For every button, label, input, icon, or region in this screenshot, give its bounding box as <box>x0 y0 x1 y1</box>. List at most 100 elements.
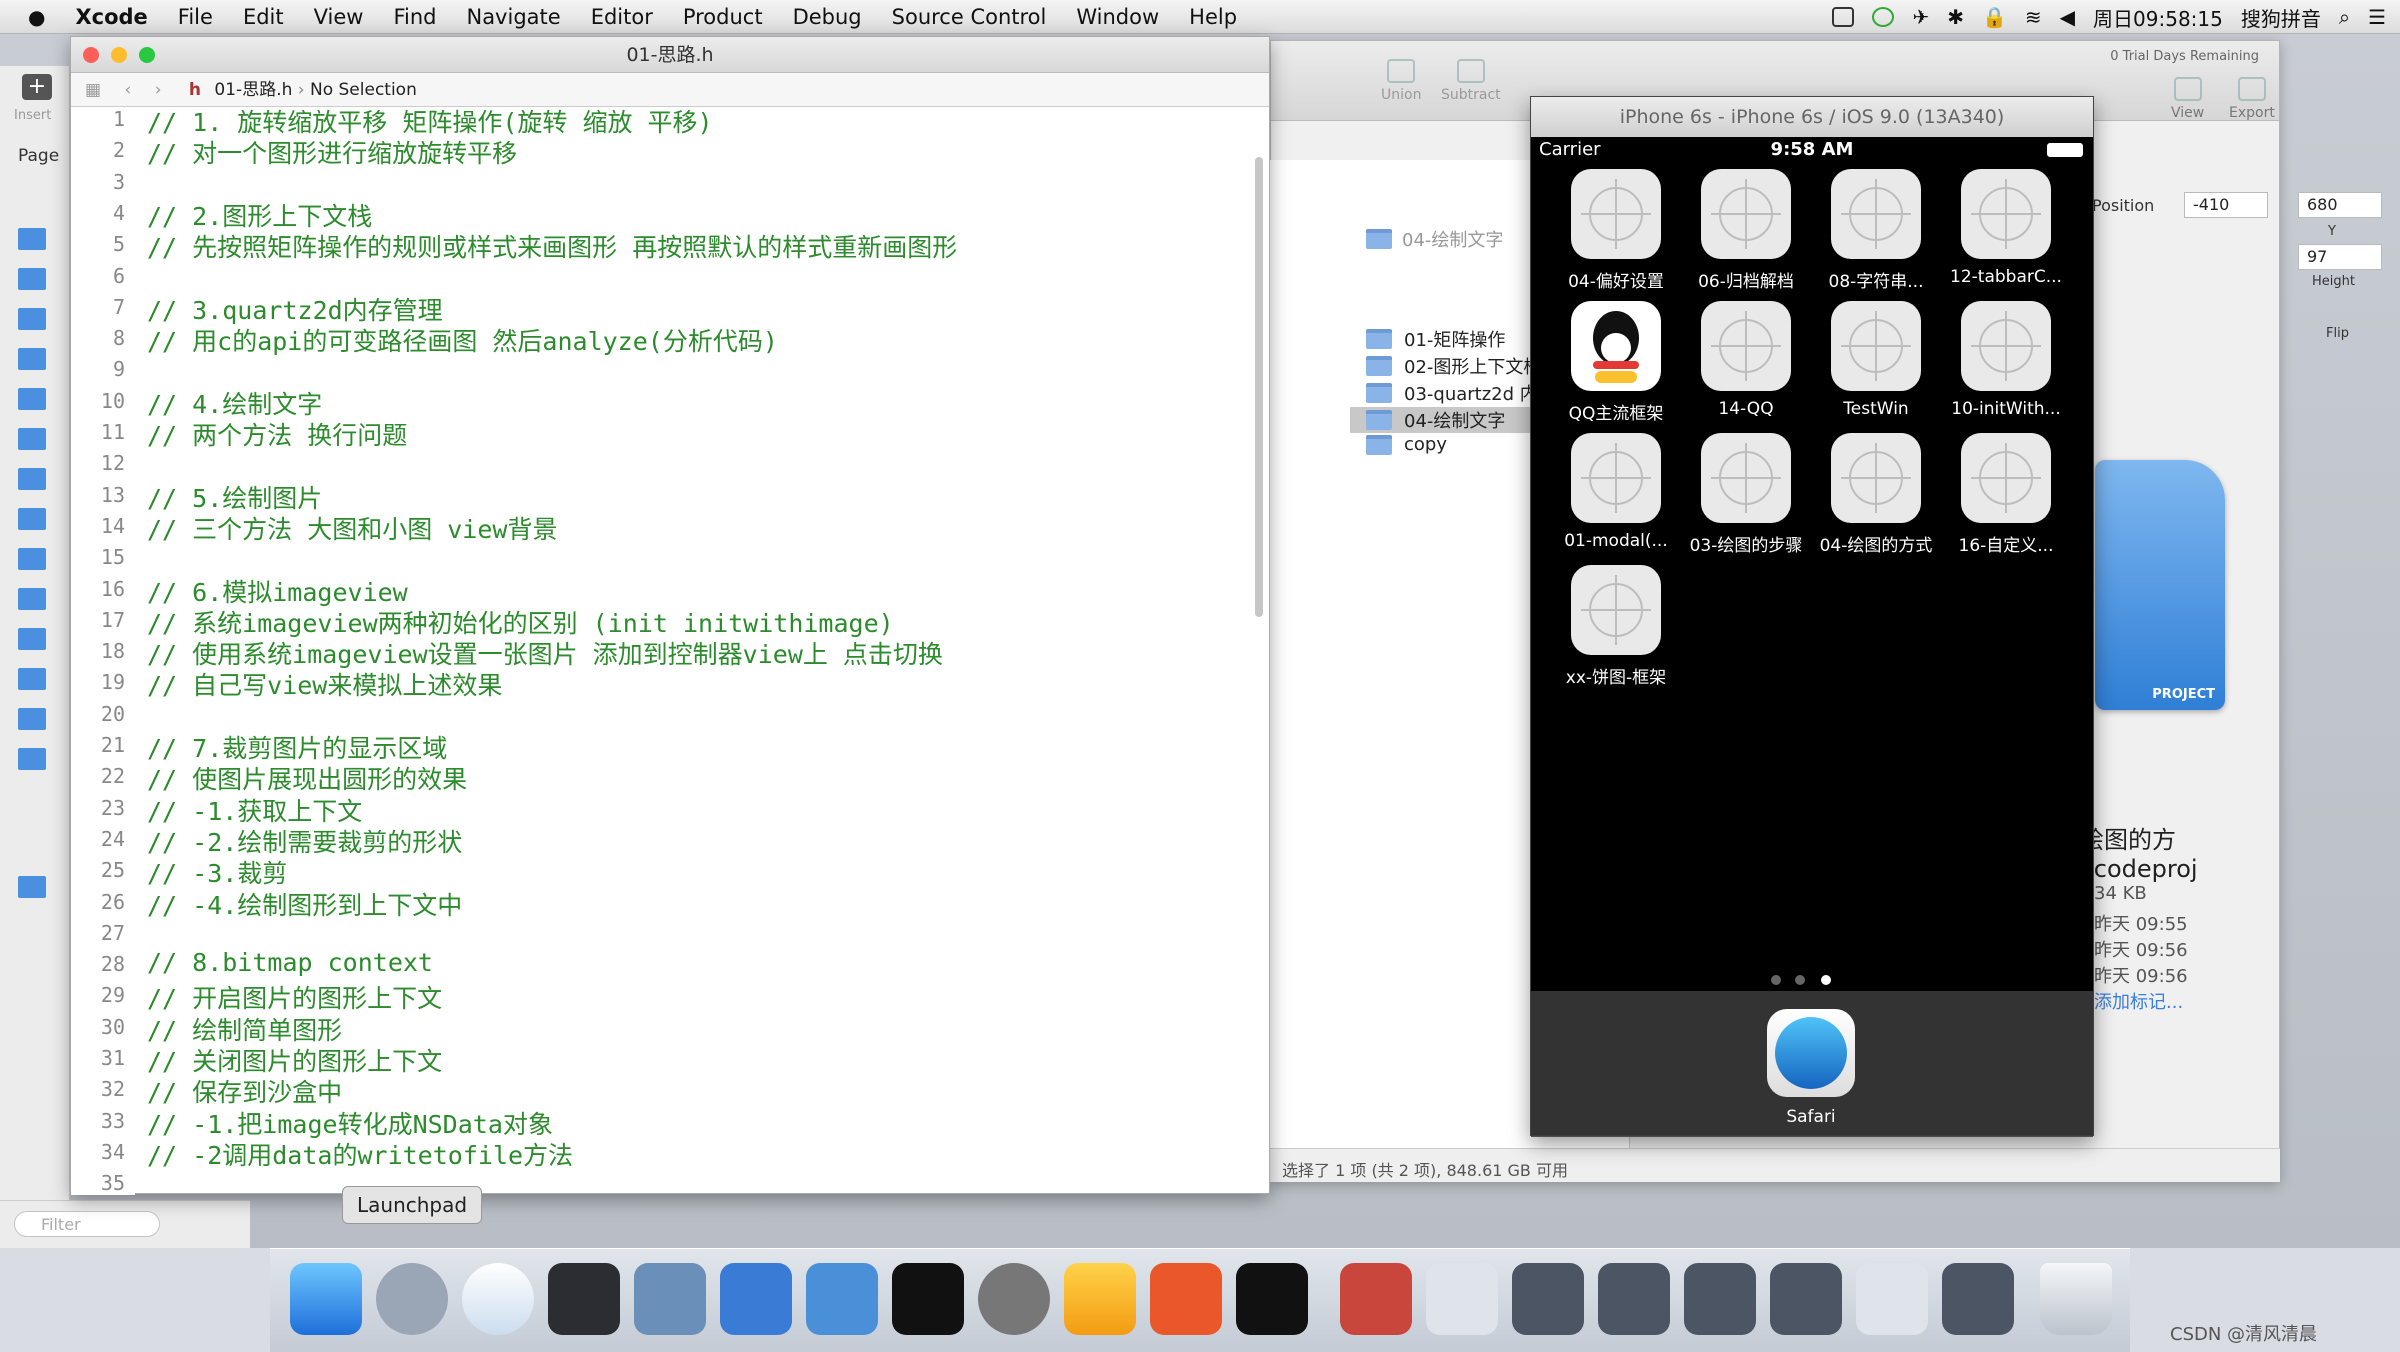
menu-find[interactable]: Find <box>393 5 436 29</box>
menu-editor[interactable]: Editor <box>591 5 653 29</box>
safari-icon[interactable] <box>462 1263 534 1335</box>
xcode-icon[interactable] <box>720 1263 792 1335</box>
view-button[interactable]: View <box>2171 77 2204 121</box>
document-icon[interactable] <box>1426 1263 1498 1335</box>
app-icon-item[interactable]: 04-绘图的方式 <box>1811 433 1941 556</box>
finder-item[interactable]: copy <box>1366 434 1447 455</box>
code-area[interactable]: // 1. 旋转缩放平移 矩阵操作(旋转 缩放 平移)// 对一个图形进行缩放旋… <box>147 107 1257 1195</box>
breadcrumb-selection[interactable]: No Selection <box>310 80 417 100</box>
folder-icon[interactable] <box>18 228 46 250</box>
window-thumbnail-icon[interactable] <box>1942 1263 2014 1335</box>
window-thumbnail-icon[interactable] <box>1512 1263 1584 1335</box>
menu-debug[interactable]: Debug <box>793 5 862 29</box>
code-line[interactable]: // 两个方法 换行问题 <box>147 416 407 452</box>
terminal-icon[interactable] <box>892 1263 964 1335</box>
menu-window[interactable]: Window <box>1076 5 1159 29</box>
folder-icon[interactable] <box>18 548 46 570</box>
instruments-icon[interactable] <box>806 1263 878 1335</box>
minimize-button[interactable] <box>111 47 127 63</box>
folder-icon[interactable] <box>18 876 46 898</box>
lock-icon[interactable]: 🔒 <box>1982 5 2007 29</box>
code-line[interactable]: // 自己写view来模拟上述效果 <box>147 666 502 702</box>
insert-icon[interactable]: + <box>22 74 52 100</box>
folder-icon[interactable] <box>18 588 46 610</box>
trash-icon[interactable] <box>2040 1263 2112 1335</box>
forward-icon[interactable]: › <box>155 80 162 100</box>
sync-icon[interactable] <box>1872 7 1895 27</box>
menu-view[interactable]: View <box>314 5 364 29</box>
mouse-icon[interactable] <box>548 1263 620 1335</box>
window-thumbnail-icon[interactable] <box>1684 1263 1756 1335</box>
screen-record-icon[interactable] <box>1832 7 1855 27</box>
close-button[interactable] <box>83 47 99 63</box>
system-preferences-icon[interactable] <box>978 1263 1050 1335</box>
xcodeproj-icon[interactable]: PROJECT <box>2095 460 2225 710</box>
folder-icon[interactable] <box>18 268 46 290</box>
window-thumbnail-icon[interactable] <box>1856 1263 1928 1335</box>
airplane-icon[interactable]: ✈ <box>1912 5 1929 29</box>
exec-icon[interactable] <box>1236 1263 1308 1335</box>
quicktime-icon[interactable] <box>1340 1263 1412 1335</box>
wifi-icon[interactable]: ≋ <box>2025 5 2042 29</box>
app-icon-item[interactable]: 04-偏好设置 <box>1551 169 1681 292</box>
vertical-scrollbar[interactable] <box>1255 157 1263 617</box>
presentation-icon[interactable] <box>1150 1263 1222 1335</box>
code-line[interactable]: // -4.绘制图形到上下文中 <box>147 886 462 922</box>
folder-icon[interactable] <box>18 668 46 690</box>
union-button[interactable]: Union <box>1381 59 1421 103</box>
add-tag-link[interactable]: 添加标记... <box>2080 988 2280 1014</box>
volume-icon[interactable]: ◀ <box>2060 5 2075 29</box>
finder-icon[interactable] <box>290 1263 362 1335</box>
sketch-icon[interactable] <box>1064 1263 1136 1335</box>
back-icon[interactable]: ‹ <box>124 80 131 100</box>
menu-file[interactable]: File <box>178 5 213 29</box>
position-x-field[interactable]: -410 <box>2184 192 2268 218</box>
menu-product[interactable]: Product <box>683 5 763 29</box>
code-line[interactable]: // -2调用data的writetofile方法 <box>147 1136 573 1172</box>
finder-item[interactable]: 03-quartz2d 内存 <box>1366 380 1556 406</box>
code-line[interactable]: // 8.bitmap context <box>147 948 433 977</box>
menu-app-name[interactable]: Xcode <box>75 5 147 29</box>
folder-icon[interactable] <box>18 508 46 530</box>
breadcrumb-file[interactable]: 01-思路.h <box>214 80 292 100</box>
code-line[interactable]: // 先按照矩阵操作的规则或样式来画图形 再按照默认的样式重新画图形 <box>147 228 957 264</box>
folder-icon[interactable] <box>18 428 46 450</box>
window-thumbnail-icon[interactable] <box>1770 1263 1842 1335</box>
window-thumbnail-icon[interactable] <box>1598 1263 1670 1335</box>
folder-icon[interactable] <box>18 468 46 490</box>
folder-icon[interactable] <box>18 628 46 650</box>
code-line[interactable]: // 对一个图形进行缩放旋转平移 <box>147 134 517 170</box>
folder-icon[interactable] <box>18 348 46 370</box>
filter-input[interactable]: Filter <box>14 1211 160 1237</box>
menu-navigate[interactable]: Navigate <box>466 5 560 29</box>
folder-icon[interactable] <box>18 308 46 330</box>
app-icon-item[interactable]: 12-tabbarC... <box>1941 169 2071 287</box>
bluetooth-icon[interactable]: ✱ <box>1947 5 1964 29</box>
height-field[interactable]: 97 <box>2298 244 2382 270</box>
spotlight-search-icon[interactable]: ⌕ <box>2339 5 2350 29</box>
position-y-field[interactable]: 680 <box>2298 192 2382 218</box>
apple-menu-icon[interactable]: ● <box>28 5 45 29</box>
export-button[interactable]: Export <box>2229 77 2275 121</box>
app-icon-item[interactable]: 08-字符串... <box>1811 169 1941 292</box>
safari-app[interactable]: Safari <box>1761 1009 1861 1127</box>
folder-icon[interactable] <box>18 388 46 410</box>
code-line[interactable]: // 用c的api的可变路径画图 然后analyze(分析代码) <box>147 322 778 358</box>
input-method[interactable]: 搜狗拼音 <box>2241 3 2321 32</box>
app-icon-item[interactable]: 03-绘图的步骤 <box>1681 433 1811 556</box>
finder-item[interactable]: 02-图形上下文栈 <box>1366 353 1541 379</box>
code-line[interactable]: // 三个方法 大图和小图 view背景 <box>147 510 557 546</box>
grid-icon[interactable]: ▦ <box>85 80 101 100</box>
menu-edit[interactable]: Edit <box>243 5 284 29</box>
folder-icon[interactable] <box>18 708 46 730</box>
app-icon-item[interactable]: 14-QQ <box>1681 301 1811 419</box>
app-icon-item[interactable]: 16-自定义... <box>1941 433 2071 556</box>
menu-help[interactable]: Help <box>1189 5 1237 29</box>
menubar-clock[interactable]: 周日09:58:15 <box>2093 3 2223 32</box>
menu-source-control[interactable]: Source Control <box>892 5 1047 29</box>
finder-item[interactable]: 01-矩阵操作 <box>1366 326 1505 352</box>
movie-icon[interactable] <box>634 1263 706 1335</box>
app-icon-item[interactable]: 06-归档解档 <box>1681 169 1811 292</box>
app-icon-item[interactable]: xx-饼图-框架 <box>1551 565 1681 688</box>
subtract-button[interactable]: Subtract <box>1441 59 1501 103</box>
